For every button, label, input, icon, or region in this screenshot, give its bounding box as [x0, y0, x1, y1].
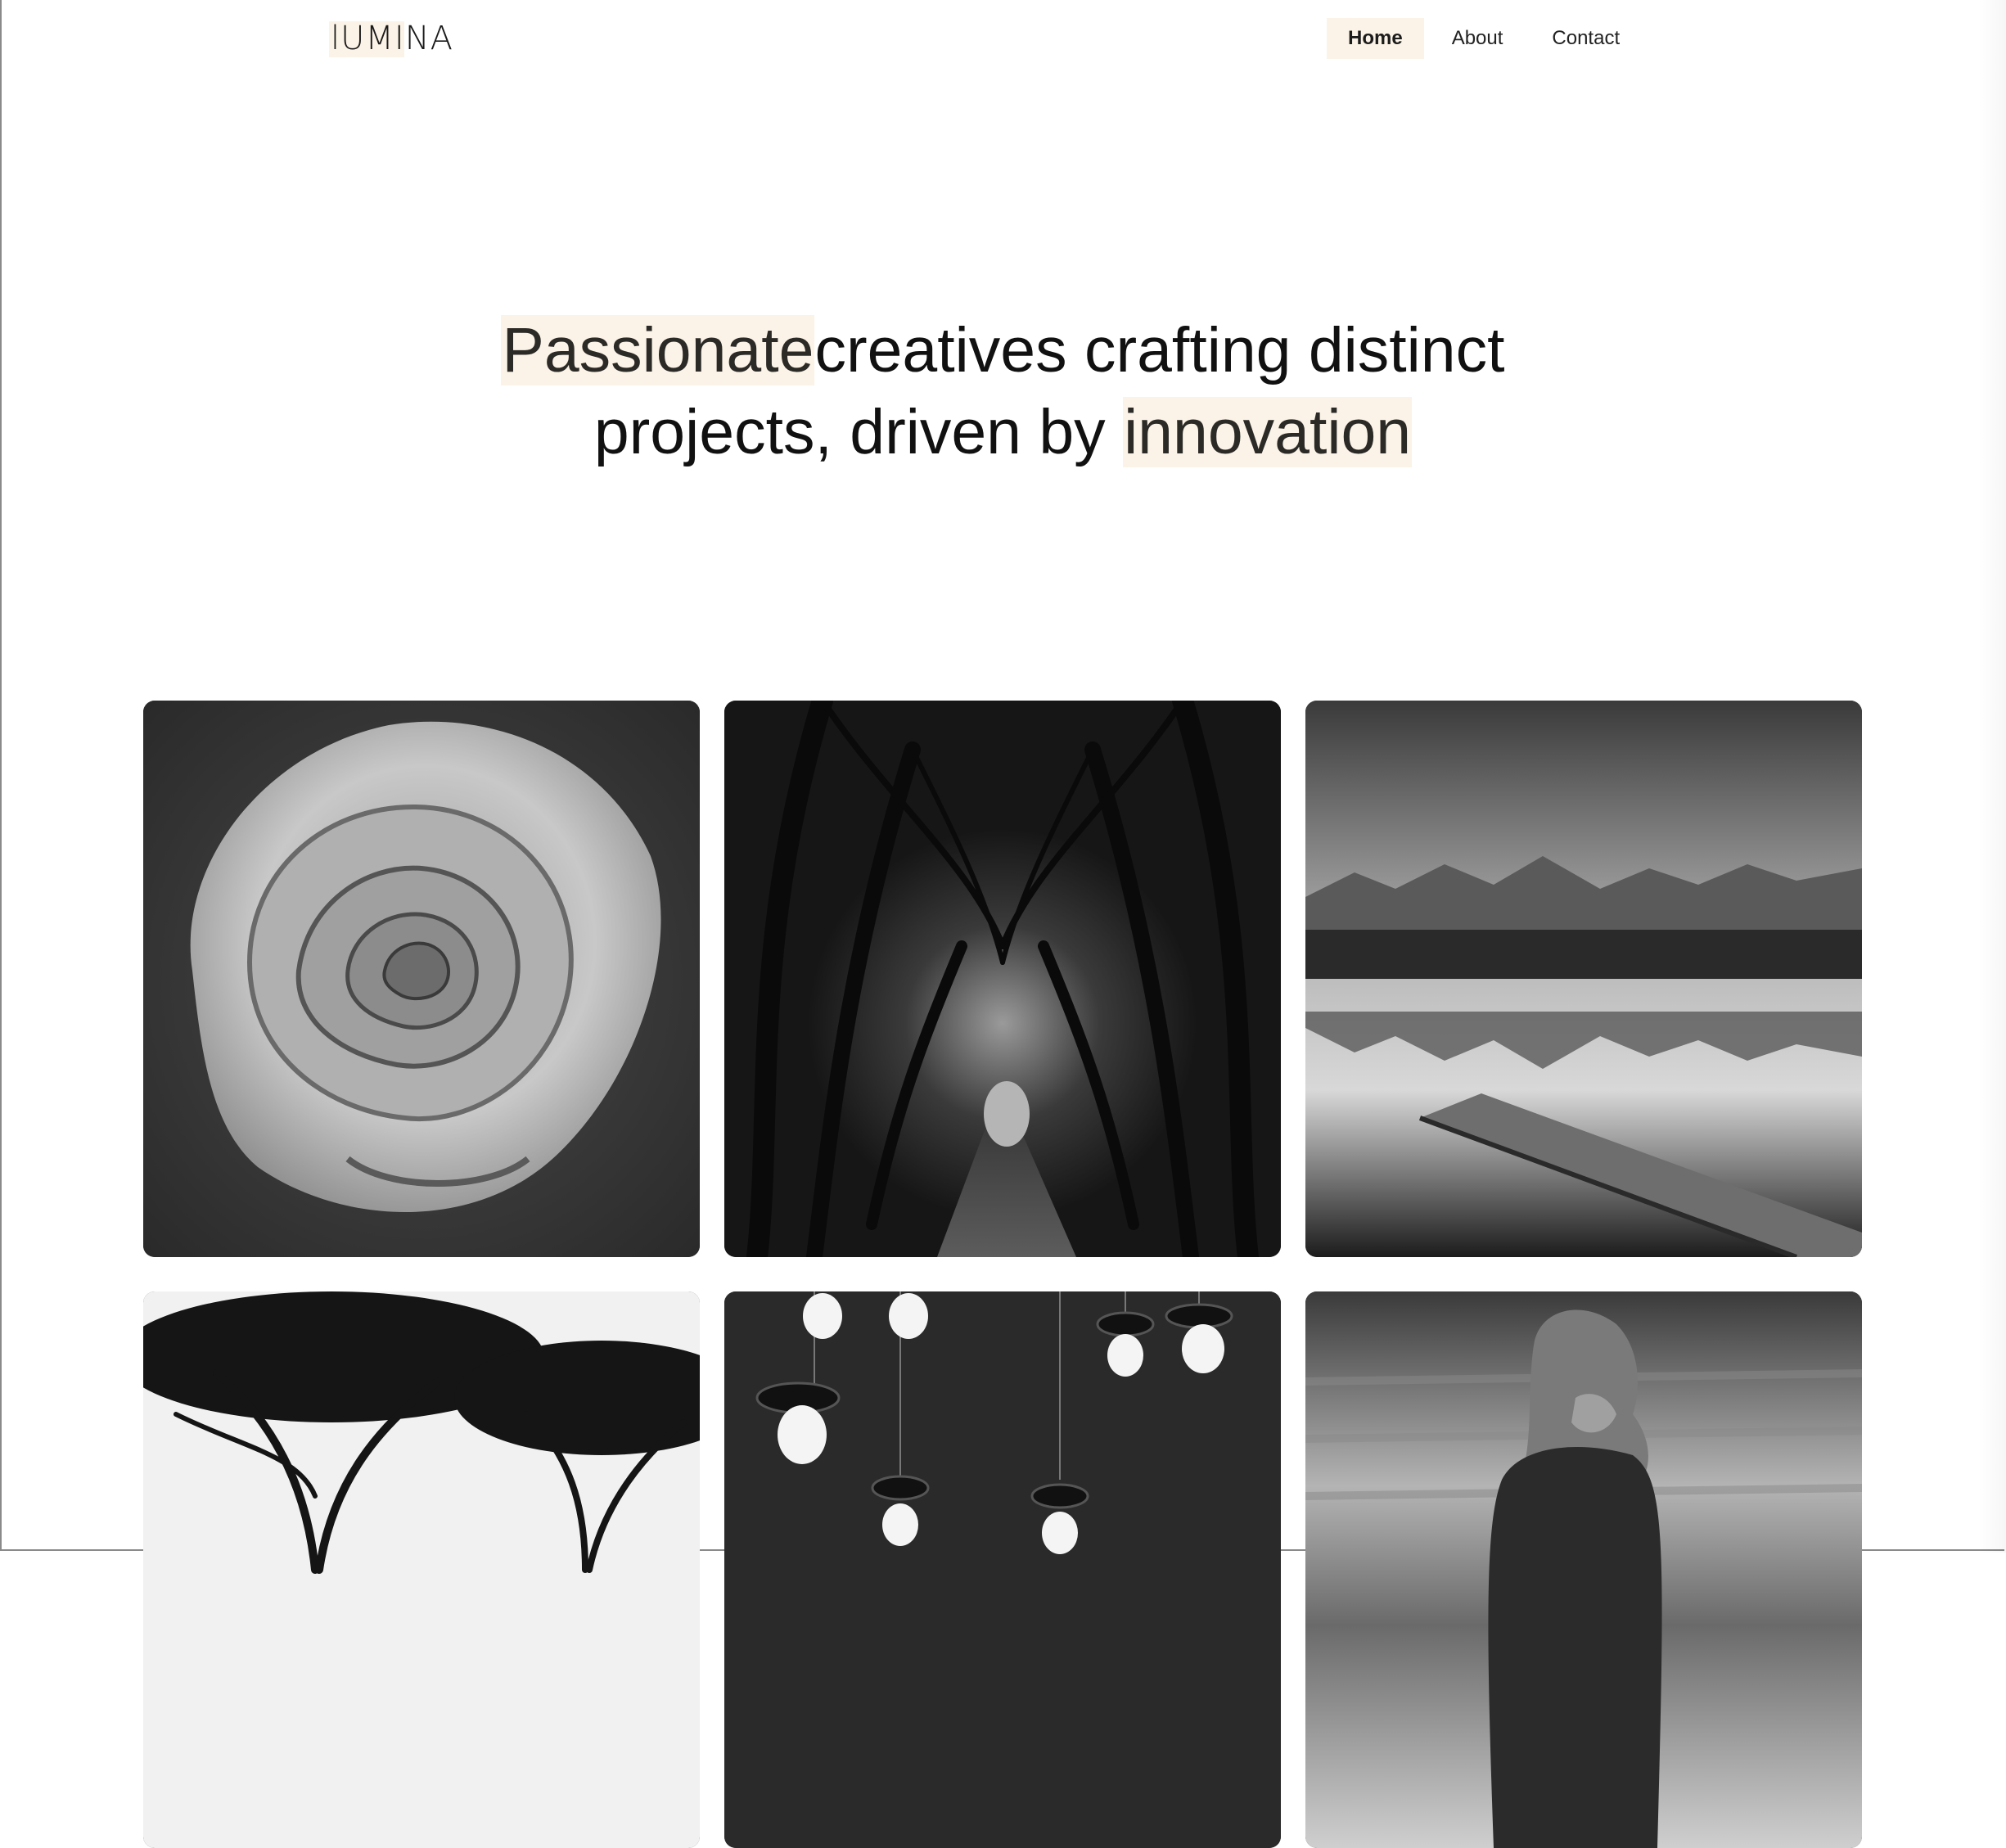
nav-about-link[interactable]: About — [1431, 18, 1525, 59]
gallery-image-girl-in-field[interactable] — [1305, 1291, 1862, 1848]
hero-line-2: projects, driven by — [593, 397, 1124, 467]
scrollbar-track[interactable] — [1978, 0, 2006, 1553]
hero-line-1: creatives crafting distinct — [814, 315, 1505, 385]
photo-gallery — [143, 701, 1862, 1848]
main-nav: Home About Contact — [1327, 18, 1641, 59]
brand-logo[interactable]: lUMINA — [329, 20, 453, 57]
logo-text: lUMINA — [331, 20, 453, 57]
nav-home-link[interactable]: Home — [1327, 18, 1424, 59]
gallery-image-rose[interactable] — [143, 701, 700, 1257]
hero-heading: Passionatecreatives crafting distinct pr… — [0, 309, 2006, 473]
gallery-image-tree-silhouettes[interactable] — [143, 1291, 700, 1848]
nav-contact-link[interactable]: Contact — [1530, 18, 1641, 59]
gallery-image-tree-tunnel[interactable] — [724, 701, 1281, 1257]
gallery-image-mountain-lake[interactable] — [1305, 701, 1862, 1257]
hero-highlight-innovation: innovation — [1123, 397, 1413, 467]
gallery-image-hanging-bulbs[interactable] — [724, 1291, 1281, 1848]
hero-highlight-passionate: Passionate — [501, 315, 815, 385]
